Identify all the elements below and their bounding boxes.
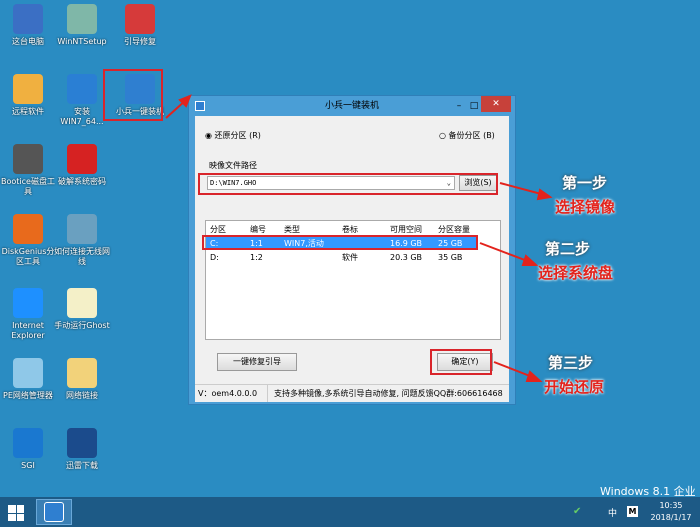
network-tray-icon[interactable]: ✔ — [573, 506, 581, 517]
step1-label: 第一步 — [562, 174, 608, 192]
m-tray-icon[interactable]: M — [627, 506, 638, 517]
taskbar: ✔ 中 M 10:35 2018/1/17 — [0, 497, 700, 527]
clock[interactable]: 10:35 2018/1/17 — [648, 500, 694, 524]
step2-action: 选择系统盘 — [538, 264, 614, 282]
taskbar-xiaobing[interactable] — [36, 499, 72, 525]
start-button[interactable] — [8, 505, 24, 521]
arrow-step2 — [479, 242, 531, 263]
arrow-step1 — [499, 182, 546, 196]
step1-action: 选择镜像 — [555, 198, 616, 216]
ime-indicator[interactable]: 中 — [608, 506, 617, 519]
clock-date: 2018/1/17 — [650, 513, 692, 522]
step3-action: 开始还原 — [544, 378, 605, 396]
step2-label: 第二步 — [545, 240, 591, 258]
step3-label: 第三步 — [548, 354, 594, 372]
xiaobing-icon — [44, 502, 64, 522]
clock-time: 10:35 — [659, 501, 683, 510]
